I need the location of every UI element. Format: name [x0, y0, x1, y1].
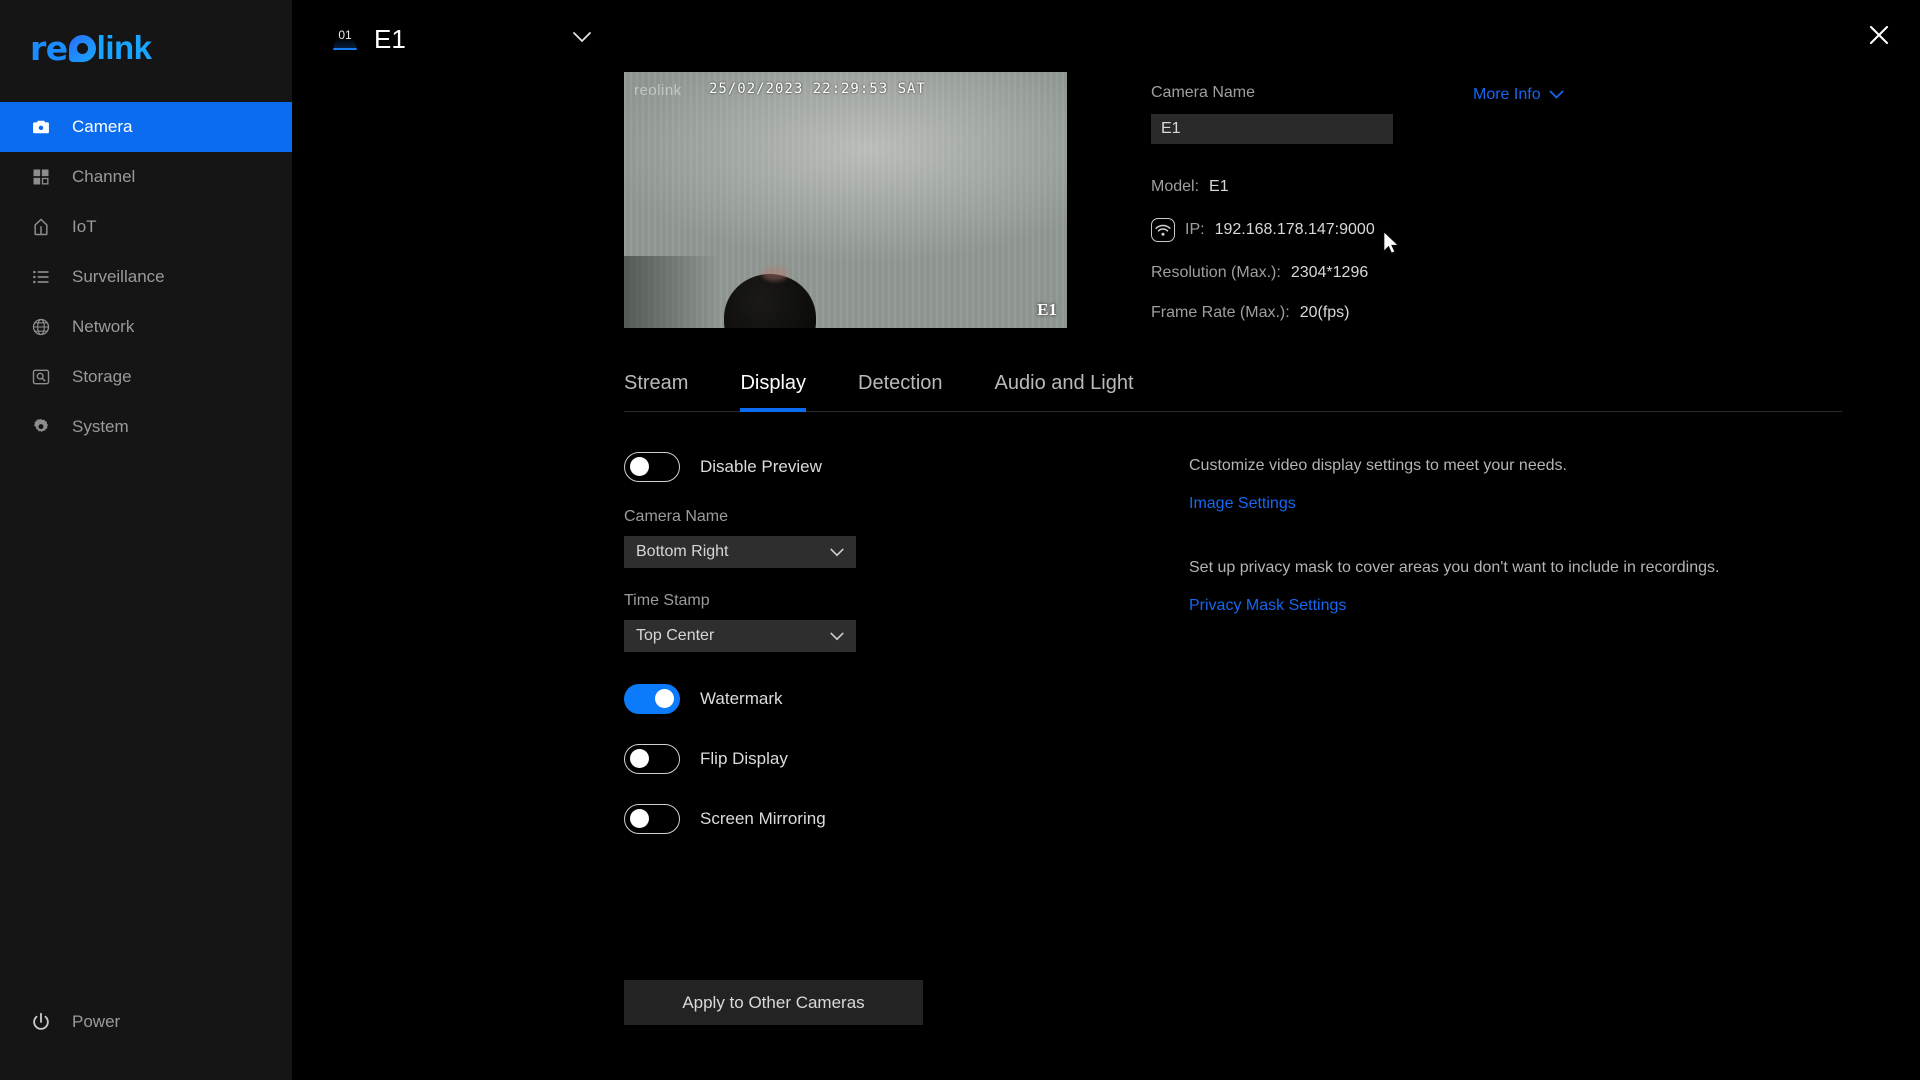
sidebar-item-label: Channel — [72, 167, 136, 186]
preview-brand-overlay: reolink — [634, 82, 682, 99]
camera-details-panel: Camera Name More Info Model: E1 — [1151, 72, 1920, 328]
sidebar-item-label: Storage — [72, 367, 132, 386]
brand-logo-text-part2: link — [96, 29, 152, 66]
sidebar-item-label: Power — [72, 1012, 121, 1031]
time-stamp-position-field: Time Stamp Top Center — [624, 592, 1064, 652]
ip-label: IP: — [1185, 221, 1205, 238]
display-settings-info: Customize video display settings to meet… — [1189, 450, 1920, 836]
ip-value: 192.168.178.147:9000 — [1214, 221, 1375, 238]
camera-info-row: reolink 25/02/2023 22:29:53 SAT E1 Camer… — [292, 72, 1920, 328]
preview-timestamp-overlay: 25/02/2023 22:29:53 SAT — [709, 81, 926, 97]
ip-row: IP: 192.168.178.147:9000 — [1151, 218, 1920, 242]
tab-audio-and-light[interactable]: Audio and Light — [995, 372, 1134, 411]
resolution-value: 2304*1296 — [1290, 264, 1369, 281]
preview-camera-watermark: E1 — [1037, 300, 1057, 319]
display-settings-panel: Disable Preview Camera Name Bottom Right… — [624, 450, 1920, 836]
sidebar-nav: Camera Channel IoT Surveillance Network … — [0, 102, 292, 452]
app-window: re link Camera Channel IoT Surveillance … — [0, 0, 1920, 1080]
image-settings-description: Customize video display settings to meet… — [1189, 457, 1567, 474]
tab-display[interactable]: Display — [740, 372, 806, 412]
chevron-down-icon — [572, 30, 592, 48]
camera-name-position-select[interactable]: Bottom Right — [624, 536, 856, 568]
model-label: Model: — [1151, 178, 1200, 195]
close-button[interactable] — [1864, 22, 1894, 52]
power-icon — [30, 1011, 52, 1033]
settings-tabs: Stream Display Detection Audio and Light — [624, 372, 1842, 412]
sidebar-item-label: IoT — [72, 217, 97, 236]
main-content: 01 E1 reolink 25/02/2023 22:29:53 SAT E1… — [292, 0, 1920, 1080]
list-icon — [30, 266, 52, 288]
topbar: 01 E1 — [292, 0, 1920, 78]
privacy-mask-settings-link[interactable]: Privacy Mask Settings — [1189, 597, 1346, 615]
camera-name-input[interactable] — [1151, 114, 1393, 144]
camera-name-position-value: Bottom Right — [636, 543, 729, 560]
resolution-label: Resolution (Max.): — [1151, 264, 1281, 281]
watermark-row: Watermark — [624, 682, 1064, 716]
disable-preview-row: Disable Preview — [624, 450, 1064, 484]
time-stamp-position-value: Top Center — [636, 627, 715, 644]
preview-shadow-region — [624, 256, 719, 328]
camera-title: E1 — [374, 23, 406, 54]
more-info-toggle[interactable]: More Info — [1473, 86, 1564, 104]
brand-logo-o-mark — [68, 34, 96, 62]
sidebar-item-iot[interactable]: IoT — [0, 202, 292, 252]
apply-to-other-cameras-button[interactable]: Apply to Other Cameras — [624, 980, 923, 1025]
sidebar-item-storage[interactable]: Storage — [0, 352, 292, 402]
tab-detection[interactable]: Detection — [858, 372, 943, 411]
sidebar-item-system[interactable]: System — [0, 402, 292, 452]
gear-icon — [30, 416, 52, 438]
model-row: Model: E1 — [1151, 178, 1920, 196]
home-icon — [30, 216, 52, 238]
sidebar-item-label: Network — [72, 317, 135, 336]
flip-display-label: Flip Display — [700, 749, 788, 768]
camera-name-position-field: Camera Name Bottom Right — [624, 508, 1064, 568]
resolution-row: Resolution (Max.): 2304*1296 — [1151, 264, 1920, 282]
disable-preview-label: Disable Preview — [700, 457, 822, 476]
camera-live-preview[interactable]: reolink 25/02/2023 22:29:53 SAT E1 — [624, 72, 1067, 328]
sidebar-item-channel[interactable]: Channel — [0, 152, 292, 202]
privacy-mask-description: Set up privacy mask to cover areas you d… — [1189, 559, 1720, 576]
chevron-down-icon — [830, 629, 844, 644]
screen-mirroring-toggle[interactable] — [624, 804, 680, 834]
sidebar-item-label: Surveillance — [72, 267, 165, 286]
sidebar: re link Camera Channel IoT Surveillance … — [0, 0, 292, 1080]
flip-display-row: Flip Display — [624, 742, 1064, 776]
sidebar-item-camera[interactable]: Camera — [0, 102, 292, 152]
sidebar-item-label: Camera — [72, 117, 133, 136]
sidebar-item-power[interactable]: Power — [0, 1000, 292, 1044]
sidebar-item-label: System — [72, 417, 129, 436]
image-settings-link[interactable]: Image Settings — [1189, 495, 1296, 513]
channel-badge-icon: 01 — [330, 26, 360, 52]
camera-selector-dropdown[interactable]: 01 E1 — [330, 24, 630, 55]
framerate-label: Frame Rate (Max.): — [1151, 304, 1290, 321]
sidebar-item-surveillance[interactable]: Surveillance — [0, 252, 292, 302]
channel-number: 01 — [338, 28, 352, 42]
display-settings-controls: Disable Preview Camera Name Bottom Right… — [624, 450, 1064, 836]
flip-display-toggle[interactable] — [624, 744, 680, 774]
brand-logo: re link — [0, 0, 292, 96]
camera-icon — [30, 116, 52, 138]
watermark-toggle[interactable] — [624, 684, 680, 714]
screen-mirroring-label: Screen Mirroring — [700, 809, 826, 828]
close-icon — [1867, 23, 1891, 52]
framerate-row: Frame Rate (Max.): 20(fps) — [1151, 304, 1920, 322]
model-value: E1 — [1209, 178, 1229, 195]
wifi-icon — [1151, 218, 1175, 242]
disable-preview-toggle[interactable] — [624, 452, 680, 482]
grid-icon — [30, 166, 52, 188]
screen-mirroring-row: Screen Mirroring — [624, 802, 1064, 836]
brand-logo-text-part1: re — [30, 28, 68, 68]
chevron-down-icon — [1549, 86, 1564, 104]
sidebar-item-network[interactable]: Network — [0, 302, 292, 352]
chevron-down-icon — [830, 545, 844, 560]
tab-stream[interactable]: Stream — [624, 372, 688, 411]
time-stamp-position-select[interactable]: Top Center — [624, 620, 856, 652]
time-stamp-position-label: Time Stamp — [624, 592, 710, 609]
more-info-label: More Info — [1473, 86, 1541, 103]
disk-icon — [30, 366, 52, 388]
watermark-label: Watermark — [700, 689, 783, 708]
camera-name-position-label: Camera Name — [624, 508, 729, 525]
globe-icon — [30, 316, 52, 338]
framerate-value: 20(fps) — [1299, 304, 1350, 321]
